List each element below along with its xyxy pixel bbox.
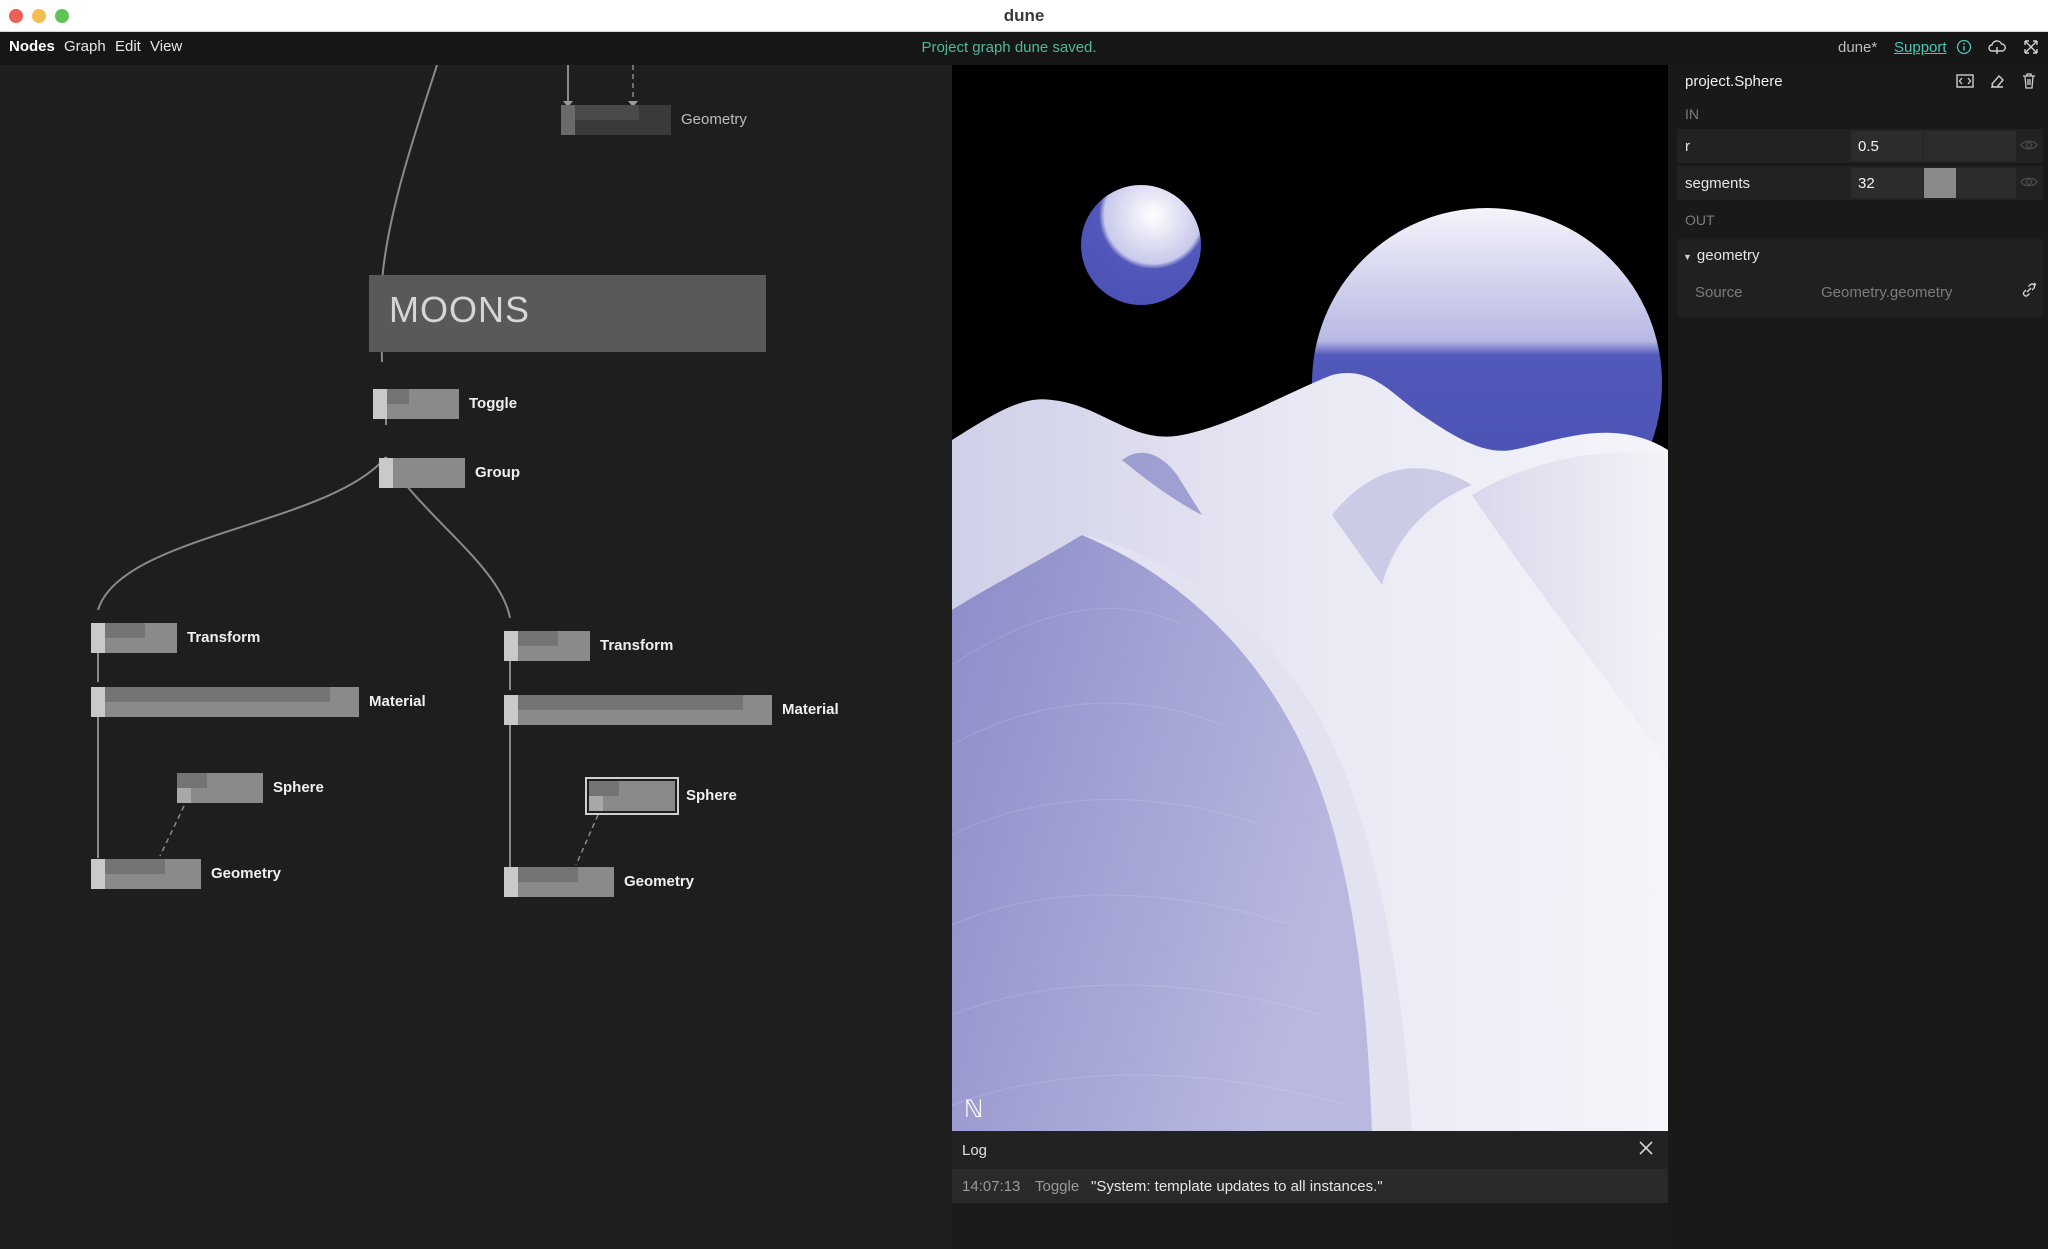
node-transform-left-label: Transform (187, 629, 261, 646)
title-bar: dune (0, 0, 2048, 32)
node-sphere-left-label: Sphere (273, 779, 324, 796)
chevron-down-icon: ▼ (1683, 252, 1692, 262)
log-entry-time: 14:07:13 (962, 1178, 1021, 1195)
param-r-label: r (1685, 138, 1690, 155)
param-r-row: r (1677, 129, 2043, 163)
info-circle-icon[interactable] (1954, 39, 1974, 59)
window-title: dune (1003, 6, 1045, 25)
cloud-icon[interactable] (1987, 39, 2007, 59)
node-sphere-right-box[interactable] (585, 777, 679, 815)
graph-edges (97, 65, 638, 867)
log-entry-message: "System: template updates to all instanc… (1091, 1178, 1383, 1195)
node-group-box[interactable] (379, 458, 465, 488)
param-segments-slider-fill (1924, 168, 1957, 198)
inspector-panel: project.Sphere IN r segments (1668, 65, 2048, 1249)
code-view-icon[interactable] (1955, 73, 1975, 93)
param-segments-input[interactable] (1851, 168, 1923, 198)
log-entry[interactable]: 14:07:13 Toggle "System: template update… (952, 1169, 1668, 1203)
param-r-slider[interactable] (1924, 131, 2016, 161)
menu-bar: Nodes Graph Edit View Project graph dune… (0, 32, 2048, 65)
app-logo: ℕ (964, 1095, 984, 1123)
link-icon[interactable] (2019, 282, 2039, 302)
node-material-left-label: Material (369, 693, 426, 710)
node-transform-left-box[interactable] (91, 623, 177, 653)
node-sphere-left-box[interactable] (177, 773, 263, 803)
param-r-input[interactable] (1851, 131, 1923, 161)
eye-icon[interactable] (2020, 138, 2038, 154)
close-icon[interactable] (1636, 1139, 1656, 1159)
node-geometry-top-label: Geometry (681, 111, 747, 128)
render-viewport[interactable]: ℕ (952, 65, 1668, 1131)
support-link[interactable]: Support (1894, 39, 1947, 56)
node-geometry-left-label: Geometry (211, 865, 282, 882)
output-source-label: Source (1695, 284, 1743, 301)
output-geometry: ▼ geometry Source Geometry.geometry (1677, 239, 2043, 317)
status-message: Project graph dune saved. (921, 39, 1097, 56)
eye-icon[interactable] (2020, 175, 2038, 191)
inspector-title: project.Sphere (1685, 73, 1783, 90)
node-toggle-label: Toggle (469, 395, 518, 412)
node-geometry-right-label: Geometry (624, 873, 695, 890)
trash-icon[interactable] (2019, 73, 2039, 93)
node-sphere-right-label: Sphere (686, 787, 737, 804)
node-group-label: Group (475, 464, 520, 481)
node-graph-canvas[interactable]: Geometry MOONS Toggle Group Transform Ma… (0, 65, 952, 1249)
output-geometry-toggle[interactable]: ▼ geometry (1683, 247, 1759, 264)
log-panel: Log 14:07:13 Toggle "System: template up… (952, 1131, 1668, 1249)
param-segments-slider[interactable] (1924, 168, 2016, 198)
output-source-value: Geometry.geometry (1821, 284, 1953, 301)
node-material-right-box[interactable] (504, 695, 772, 725)
log-title: Log (962, 1142, 988, 1159)
param-segments-row: segments (1677, 166, 2043, 200)
fullscreen-icon[interactable] (2021, 39, 2041, 59)
param-segments-label: segments (1685, 175, 1751, 192)
render-scene (952, 185, 1668, 1131)
output-geometry-name: geometry (1696, 247, 1760, 264)
comment-moons[interactable]: MOONS (369, 275, 766, 352)
node-transform-right-box[interactable] (504, 631, 590, 661)
node-material-right-label: Material (782, 701, 839, 718)
node-geometry-top-box[interactable] (561, 105, 671, 135)
comment-moons-text: MOONS (389, 289, 531, 330)
node-material-left-box[interactable] (91, 687, 359, 717)
eraser-icon[interactable] (1987, 73, 2007, 93)
log-header: Log (952, 1131, 1668, 1169)
project-name: dune* (1838, 39, 1878, 56)
outputs-section-label: OUT (1685, 212, 1715, 228)
node-geometry-left-box[interactable] (91, 859, 201, 889)
inputs-section-label: IN (1685, 106, 1699, 122)
log-entry-source: Toggle (1035, 1178, 1080, 1195)
small-moon (1081, 185, 1201, 305)
node-toggle-box[interactable] (373, 389, 459, 419)
node-transform-right-label: Transform (600, 637, 674, 654)
node-geometry-right-box[interactable] (504, 867, 614, 897)
